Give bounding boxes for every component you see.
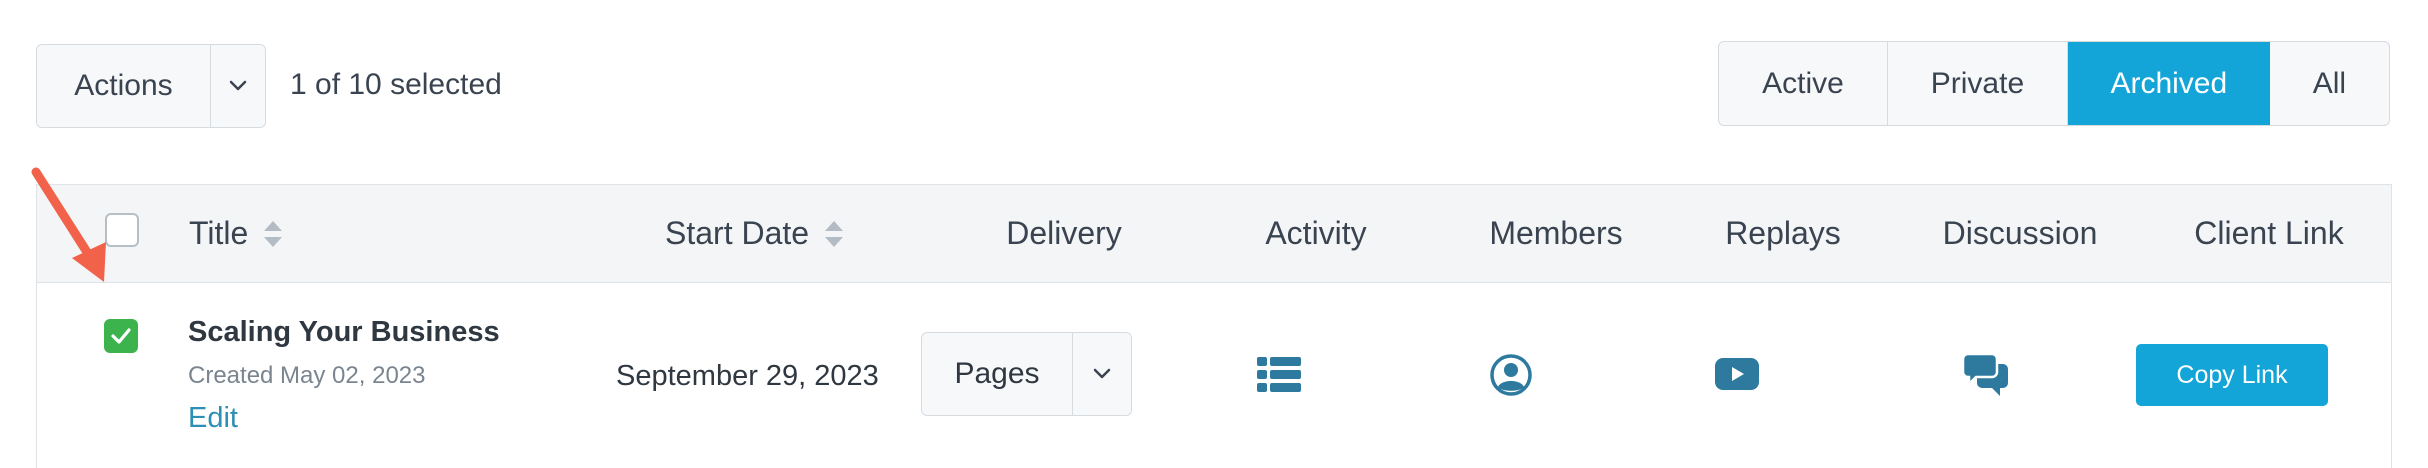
column-start-date-label: Start Date bbox=[665, 215, 810, 251]
actions-dropdown: Actions bbox=[36, 44, 266, 128]
filter-tab-private[interactable]: Private bbox=[1888, 42, 2068, 125]
members-button[interactable] bbox=[1488, 352, 1534, 398]
filter-tab-active[interactable]: Active bbox=[1719, 42, 1888, 125]
column-header-replays: Replays bbox=[1725, 215, 1841, 251]
column-header-members: Members bbox=[1489, 215, 1623, 251]
column-header-start-date[interactable]: Start Date bbox=[665, 185, 845, 282]
chat-bubbles-icon bbox=[1963, 354, 2008, 396]
checkmark-icon bbox=[111, 328, 131, 344]
column-header-title[interactable]: Title bbox=[189, 185, 284, 282]
activity-button[interactable] bbox=[1254, 352, 1304, 396]
status-filter: Active Private Archived All bbox=[1718, 41, 2390, 126]
play-icon bbox=[1715, 358, 1759, 390]
row-title: Scaling Your Business bbox=[188, 316, 500, 348]
chevron-down-icon bbox=[229, 80, 247, 91]
column-header-activity: Activity bbox=[1265, 215, 1367, 251]
discussion-button[interactable] bbox=[1962, 352, 2010, 400]
sort-icon[interactable] bbox=[262, 219, 284, 249]
delivery-dropdown: Pages bbox=[921, 332, 1132, 416]
actions-caret-button[interactable] bbox=[211, 45, 265, 127]
delivery-button[interactable]: Pages bbox=[922, 333, 1073, 415]
row-start-date: September 29, 2023 bbox=[616, 360, 879, 392]
column-title-label: Title bbox=[189, 215, 249, 251]
table-header: Title Start Date Delivery Activity Membe… bbox=[37, 185, 2391, 283]
annotation-arrow-icon bbox=[31, 167, 106, 282]
selection-count: 1 of 10 selected bbox=[290, 68, 502, 101]
column-header-discussion: Discussion bbox=[1942, 215, 2098, 251]
list-icon bbox=[1257, 357, 1301, 392]
edit-link[interactable]: Edit bbox=[188, 402, 238, 435]
column-header-delivery: Delivery bbox=[1006, 215, 1122, 251]
copy-link-button[interactable]: Copy Link bbox=[2136, 344, 2328, 406]
filter-tab-archived[interactable]: Archived bbox=[2067, 42, 2270, 125]
row-created-date: Created May 02, 2023 bbox=[188, 362, 426, 389]
column-header-client-link: Client Link bbox=[2194, 215, 2344, 251]
chevron-down-icon bbox=[1093, 368, 1111, 379]
actions-button[interactable]: Actions bbox=[37, 45, 211, 127]
sort-icon[interactable] bbox=[823, 219, 845, 249]
row-checkbox[interactable] bbox=[104, 319, 138, 353]
filter-tab-all[interactable]: All bbox=[2270, 42, 2389, 125]
replays-button[interactable] bbox=[1714, 356, 1760, 392]
delivery-caret-button[interactable] bbox=[1073, 333, 1131, 415]
user-circle-icon bbox=[1490, 354, 1532, 396]
